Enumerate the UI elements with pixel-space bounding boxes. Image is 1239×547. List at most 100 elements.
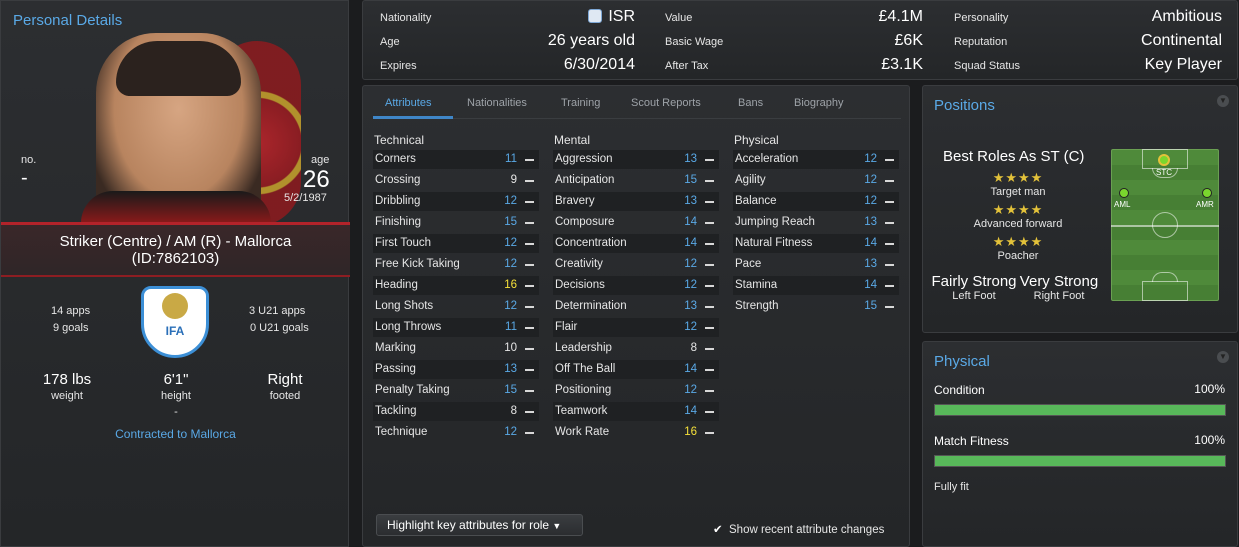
attribute-row-technical[interactable]: Free Kick Taking 12 xyxy=(373,255,539,274)
attribute-row-physical[interactable]: Pace 13 xyxy=(733,255,899,274)
attribute-row-technical[interactable]: Long Throws 11 xyxy=(373,318,539,337)
attribute-name: Free Kick Taking xyxy=(375,258,460,270)
attribute-row-technical[interactable]: Dribbling 12 xyxy=(373,192,539,211)
attribute-row-technical[interactable]: Tackling 8 xyxy=(373,402,539,421)
attribute-trend-icon xyxy=(525,432,534,434)
attribute-trend-icon xyxy=(705,159,714,161)
attribute-value: 15 xyxy=(504,384,517,396)
attribute-row-mental[interactable]: Composure 14 xyxy=(553,213,719,232)
attribute-row-technical[interactable]: Crossing 9 xyxy=(373,171,539,190)
chevron-down-icon: ▼ xyxy=(552,521,562,531)
collapse-icon[interactable]: ▼ xyxy=(1217,95,1229,107)
attribute-name: Heading xyxy=(375,279,418,291)
attribute-trend-icon xyxy=(885,201,894,203)
attribute-row-technical[interactable]: Finishing 15 xyxy=(373,213,539,232)
attribute-value: 14 xyxy=(864,237,877,249)
attribute-row-mental[interactable]: Positioning 12 xyxy=(553,381,719,400)
technical-heading: Technical xyxy=(374,133,425,147)
attribute-row-physical[interactable]: Agility 12 xyxy=(733,171,899,190)
tab-training[interactable]: Training xyxy=(561,97,600,109)
attribute-name: Teamwork xyxy=(555,405,608,417)
attribute-row-mental[interactable]: Aggression 13 xyxy=(553,150,719,169)
attribute-row-mental[interactable]: Decisions 12 xyxy=(553,276,719,295)
attribute-row-mental[interactable]: Bravery 13 xyxy=(553,192,719,211)
attribute-name: First Touch xyxy=(375,237,432,249)
attribute-row-mental[interactable]: Creativity 12 xyxy=(553,255,719,274)
show-changes-checkbox[interactable]: ✔ Show recent attribute changes xyxy=(713,522,884,536)
attribute-row-physical[interactable]: Natural Fitness 14 xyxy=(733,234,899,253)
attribute-name: Stamina xyxy=(735,279,778,291)
nationality-value: ISR xyxy=(543,8,635,26)
highlight-attributes-button[interactable]: Highlight key attributes for role ▼ xyxy=(376,514,583,536)
attribute-row-mental[interactable]: Work Rate 16 xyxy=(553,423,719,442)
collapse-icon[interactable]: ▼ xyxy=(1217,351,1229,363)
attribute-value: 12 xyxy=(504,237,517,249)
role-name: Target man xyxy=(990,186,1046,198)
attribute-row-mental[interactable]: Determination 13 xyxy=(553,297,719,316)
attribute-row-physical[interactable]: Strength 15 xyxy=(733,297,899,316)
physical-panel: Physical ▼ Condition 100% Match Fitness … xyxy=(922,341,1238,547)
match-fitness-bar xyxy=(934,455,1226,467)
attribute-value: 12 xyxy=(504,195,517,207)
condition-value: 100% xyxy=(1194,382,1225,396)
attribute-value: 12 xyxy=(684,321,697,333)
attribute-row-physical[interactable]: Jumping Reach 13 xyxy=(733,213,899,232)
attribute-name: Passing xyxy=(375,363,416,375)
tab-attributes[interactable]: Attributes xyxy=(385,97,431,109)
attribute-row-technical[interactable]: Corners 11 xyxy=(373,150,539,169)
match-fitness-bar-fill xyxy=(935,456,1225,466)
fitness-status: Fully fit xyxy=(934,481,969,493)
role-item: ★★★★ Advanced forward xyxy=(953,202,1083,230)
attribute-row-technical[interactable]: First Touch 12 xyxy=(373,234,539,253)
weight-value: 178 lbs xyxy=(42,371,92,388)
age-value: 26 years old xyxy=(547,32,635,49)
attribute-trend-icon xyxy=(525,327,534,329)
tab-scout-reports[interactable]: Scout Reports xyxy=(631,97,701,109)
attribute-trend-icon xyxy=(525,264,534,266)
squad-number-value: - xyxy=(21,167,28,189)
nationality-code: ISR xyxy=(608,8,635,25)
attribute-trend-icon xyxy=(885,264,894,266)
attribute-row-technical[interactable]: Technique 12 xyxy=(373,423,539,442)
contract-link[interactable]: Contracted to Mallorca xyxy=(1,427,350,441)
attribute-row-technical[interactable]: Marking 10 xyxy=(373,339,539,358)
attribute-row-mental[interactable]: Concentration 14 xyxy=(553,234,719,253)
aftertax-value: £3.1K xyxy=(881,56,923,73)
attribute-trend-icon xyxy=(705,327,714,329)
attribute-row-technical[interactable]: Passing 13 xyxy=(373,360,539,379)
attribute-row-mental[interactable]: Anticipation 15 xyxy=(553,171,719,190)
expires-label: Expires xyxy=(380,60,417,72)
attribute-name: Anticipation xyxy=(555,174,615,186)
attribute-name: Aggression xyxy=(555,153,613,165)
attribute-trend-icon xyxy=(525,222,534,224)
divider xyxy=(1,275,350,277)
attribute-row-physical[interactable]: Acceleration 12 xyxy=(733,150,899,169)
attribute-row-mental[interactable]: Off The Ball 14 xyxy=(553,360,719,379)
attribute-row-mental[interactable]: Teamwork 14 xyxy=(553,402,719,421)
tab-nationalities[interactable]: Nationalities xyxy=(467,97,527,109)
condition-bar xyxy=(934,404,1226,416)
attribute-row-technical[interactable]: Long Shots 12 xyxy=(373,297,539,316)
attribute-row-mental[interactable]: Leadership 8 xyxy=(553,339,719,358)
physical-heading: Physical xyxy=(734,133,779,147)
attribute-value: 14 xyxy=(684,363,697,375)
weight-label: weight xyxy=(51,390,83,402)
attribute-value: 12 xyxy=(684,279,697,291)
condition-bar-fill xyxy=(935,405,1225,415)
attribute-trend-icon xyxy=(885,243,894,245)
attribute-trend-icon xyxy=(705,369,714,371)
attribute-row-mental[interactable]: Flair 12 xyxy=(553,318,719,337)
attribute-value: 8 xyxy=(510,405,517,417)
tab-biography[interactable]: Biography xyxy=(794,97,844,109)
attribute-name: Agility xyxy=(735,174,766,186)
attribute-row-physical[interactable]: Balance 12 xyxy=(733,192,899,211)
attribute-row-technical[interactable]: Penalty Taking 15 xyxy=(373,381,539,400)
attribute-value: 16 xyxy=(684,426,697,438)
attribute-value: 10 xyxy=(504,342,517,354)
u21-goals: 0 U21 goals xyxy=(250,322,309,334)
attribute-row-physical[interactable]: Stamina 14 xyxy=(733,276,899,295)
aftertax-label: After Tax xyxy=(665,60,709,72)
right-foot-value: Very Strong xyxy=(1019,273,1099,290)
tab-bans[interactable]: Bans xyxy=(738,97,763,109)
attribute-row-technical[interactable]: Heading 16 xyxy=(373,276,539,295)
